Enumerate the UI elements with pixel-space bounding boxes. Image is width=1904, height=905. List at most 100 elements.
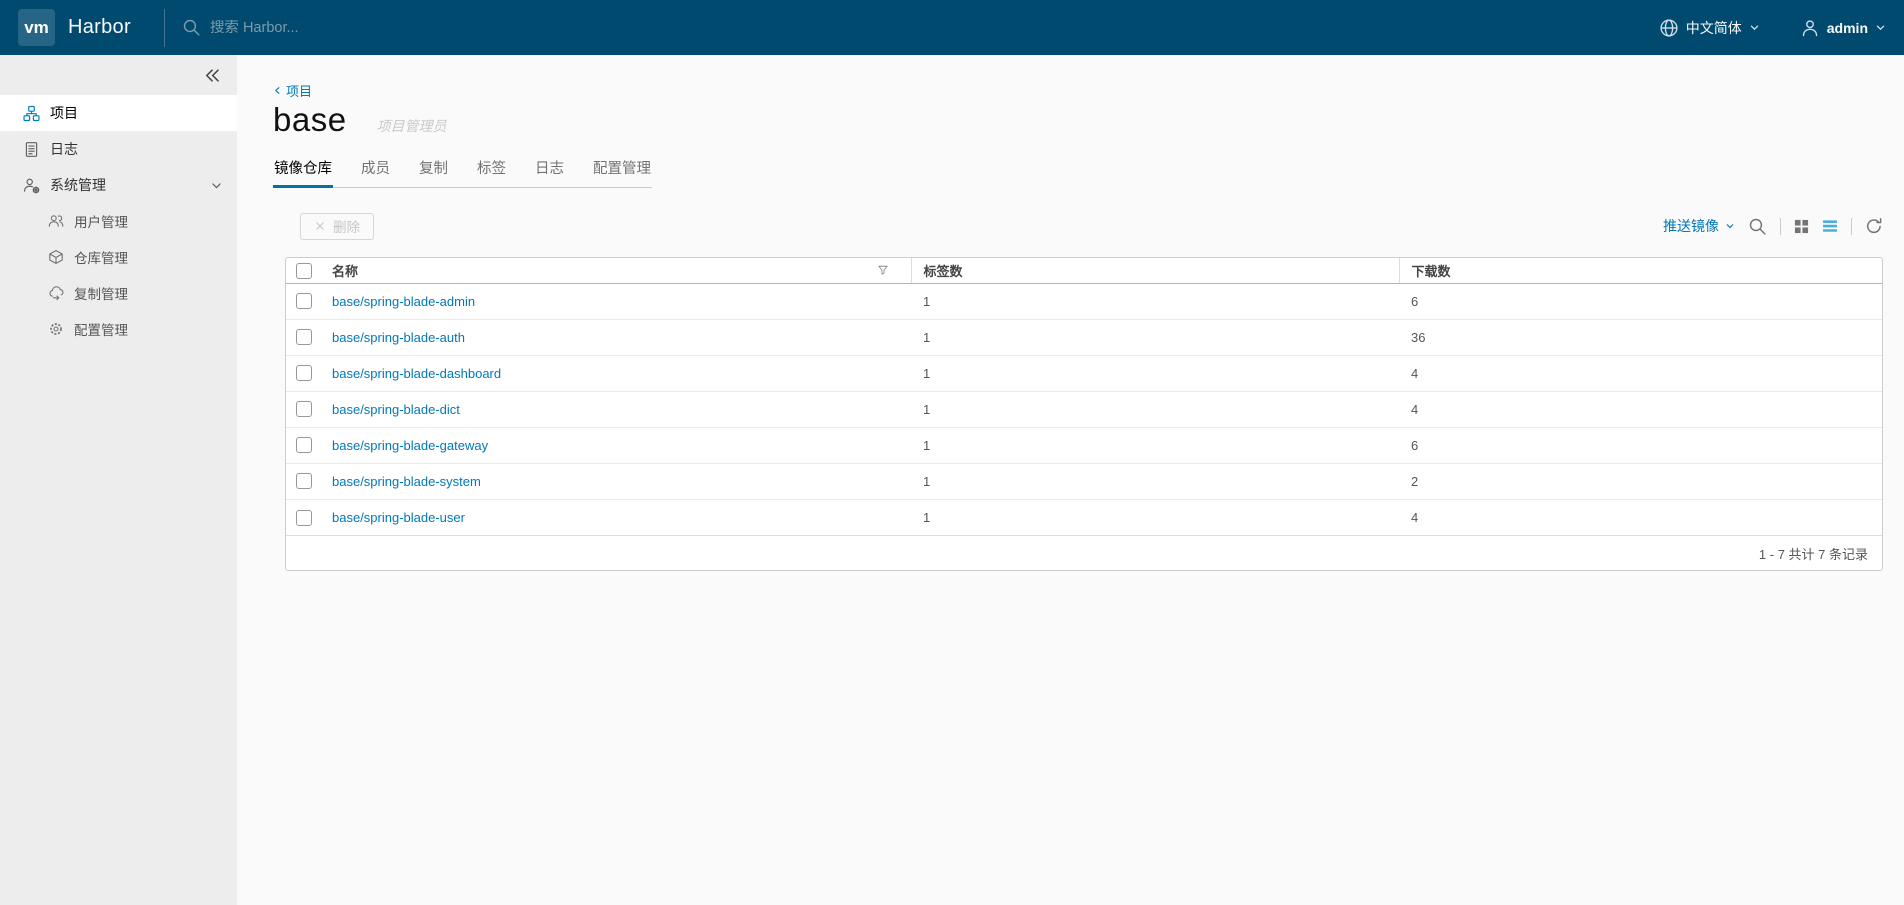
toolbar-right: 推送镜像 [1663, 216, 1883, 236]
repository-link[interactable]: base/spring-blade-dict [332, 402, 460, 417]
sidebar-item-configuration-management[interactable]: 配置管理 [0, 311, 237, 347]
repository-link[interactable]: base/spring-blade-gateway [332, 438, 488, 453]
sidebar: 项目 日志 系统管理 用户管理 仓库管理 复制管理 配置管理 [0, 55, 237, 905]
row-checkbox[interactable] [296, 293, 312, 310]
repositories-table: 名称 标签数 下载数 base/spring-blade-admin 1 6 b… [285, 257, 1883, 571]
repository-link[interactable]: base/spring-blade-system [332, 474, 481, 489]
sidebar-item-label: 项目 [50, 105, 78, 121]
user-menu[interactable]: admin [1800, 18, 1886, 38]
search-icon [182, 18, 201, 37]
tags-count: 1 [911, 319, 1399, 356]
delete-button-label: 删除 [333, 220, 360, 235]
globe-icon [1659, 18, 1679, 38]
filter-icon[interactable] [877, 264, 889, 276]
repository-grid-area: 删除 推送镜像 名称 标签数 下载数 base/spring-blade-adm… [285, 211, 1883, 571]
app-title[interactable]: Harbor [68, 16, 131, 39]
sidebar-item-projects[interactable]: 项目 [0, 95, 237, 131]
header-divider [163, 8, 165, 47]
table-row: base/spring-blade-system 1 2 [286, 463, 1882, 500]
sidebar-item-replication-management[interactable]: 复制管理 [0, 275, 237, 311]
list-view-icon[interactable] [1822, 218, 1838, 234]
record-count-label: 1 - 7 共计 7 条记录 [1758, 546, 1868, 562]
user-icon [1800, 18, 1820, 38]
sidebar-item-registry-management[interactable]: 仓库管理 [0, 239, 237, 275]
users-icon [47, 213, 64, 229]
search-input[interactable] [209, 19, 540, 36]
language-menu[interactable]: 中文简体 [1659, 18, 1760, 38]
sidebar-item-label: 复制管理 [74, 287, 128, 302]
table-row: base/spring-blade-dashboard 1 4 [286, 355, 1882, 392]
repository-link[interactable]: base/spring-blade-user [332, 510, 465, 525]
sidebar-item-label: 系统管理 [50, 177, 106, 193]
search-icon[interactable] [1748, 217, 1767, 236]
gear-icon [47, 321, 64, 337]
table-row: base/spring-blade-gateway 1 6 [286, 427, 1882, 464]
delete-button[interactable]: 删除 [300, 212, 374, 240]
tags-count: 1 [911, 463, 1399, 500]
project-tabs: 镜像仓库 成员 复制 标签 日志 配置管理 [273, 154, 652, 188]
global-search [182, 18, 540, 37]
column-header-name: 名称 [320, 258, 911, 284]
tab-logs[interactable]: 日志 [534, 154, 565, 187]
row-checkbox[interactable] [296, 437, 312, 454]
tab-replication[interactable]: 复制 [418, 154, 449, 187]
breadcrumb-label: 项目 [286, 84, 313, 99]
pulls-count: 36 [1399, 319, 1882, 356]
row-checkbox[interactable] [296, 473, 312, 490]
row-checkbox[interactable] [296, 509, 312, 526]
header-actions: 中文简体 admin [1659, 18, 1886, 38]
repository-link[interactable]: base/spring-blade-admin [332, 294, 475, 309]
chevron-down-icon [1749, 22, 1760, 33]
row-checkbox[interactable] [296, 329, 312, 346]
push-image-label: 推送镜像 [1663, 218, 1719, 234]
sidebar-item-label: 用户管理 [74, 215, 128, 230]
repository-link[interactable]: base/spring-blade-auth [332, 330, 465, 345]
column-header-pulls: 下载数 [1398, 258, 1882, 284]
title-row: base 项目管理员 [273, 101, 1883, 139]
main-content: 项目 base 项目管理员 镜像仓库 成员 复制 标签 日志 配置管理 删除 推… [237, 55, 1904, 905]
pulls-count: 4 [1399, 391, 1882, 428]
sidebar-admin-submenu: 用户管理 仓库管理 复制管理 配置管理 [0, 203, 237, 347]
push-image-dropdown[interactable]: 推送镜像 [1663, 216, 1735, 236]
chevron-down-icon [210, 179, 223, 192]
sidebar-item-user-management[interactable]: 用户管理 [0, 203, 237, 239]
card-view-icon[interactable] [1794, 219, 1809, 234]
tags-count: 1 [923, 509, 931, 525]
tab-members[interactable]: 成员 [360, 154, 391, 187]
row-checkbox[interactable] [296, 365, 312, 382]
tags-count: 1 [911, 391, 1399, 428]
tab-labels[interactable]: 标签 [476, 154, 507, 187]
role-badge: 项目管理员 [376, 118, 447, 134]
repository-link[interactable]: base/spring-blade-dashboard [332, 366, 501, 381]
sidebar-item-label: 仓库管理 [74, 251, 128, 266]
tab-repositories[interactable]: 镜像仓库 [273, 154, 333, 188]
grid-toolbar: 删除 推送镜像 [285, 211, 1883, 241]
table-row: base/spring-blade-user 1 4 [286, 499, 1882, 535]
pulls-count: 4 [1411, 509, 1419, 525]
language-label: 中文简体 [1685, 19, 1742, 36]
select-all-checkbox[interactable] [296, 262, 312, 279]
collapse-sidebar-icon[interactable] [202, 66, 221, 85]
table-row: base/spring-blade-dict 1 4 [286, 391, 1882, 428]
tags-count: 1 [911, 355, 1399, 392]
table-row: base/spring-blade-admin 1 6 [286, 283, 1882, 320]
pulls-count: 6 [1399, 283, 1882, 320]
vmware-logo[interactable]: vm [18, 9, 55, 46]
sidebar-item-administration[interactable]: 系统管理 [0, 167, 237, 203]
pulls-count: 2 [1399, 463, 1882, 500]
sidebar-item-logs[interactable]: 日志 [0, 131, 237, 167]
tab-configuration[interactable]: 配置管理 [592, 154, 652, 187]
page-title: base [273, 101, 347, 138]
breadcrumb[interactable]: 项目 [273, 81, 312, 100]
pulls-count: 4 [1399, 355, 1882, 392]
admin-user-gear-icon [23, 177, 40, 194]
x-icon [314, 220, 326, 232]
sidebar-item-label: 配置管理 [74, 323, 128, 338]
chevron-down-icon [1725, 221, 1735, 231]
tags-count: 1 [911, 427, 1399, 464]
row-checkbox[interactable] [296, 401, 312, 418]
refresh-icon[interactable] [1865, 217, 1883, 235]
column-header-tags: 标签数 [910, 258, 1399, 284]
toolbar-divider [1780, 217, 1781, 235]
chevron-down-icon [1875, 22, 1886, 33]
